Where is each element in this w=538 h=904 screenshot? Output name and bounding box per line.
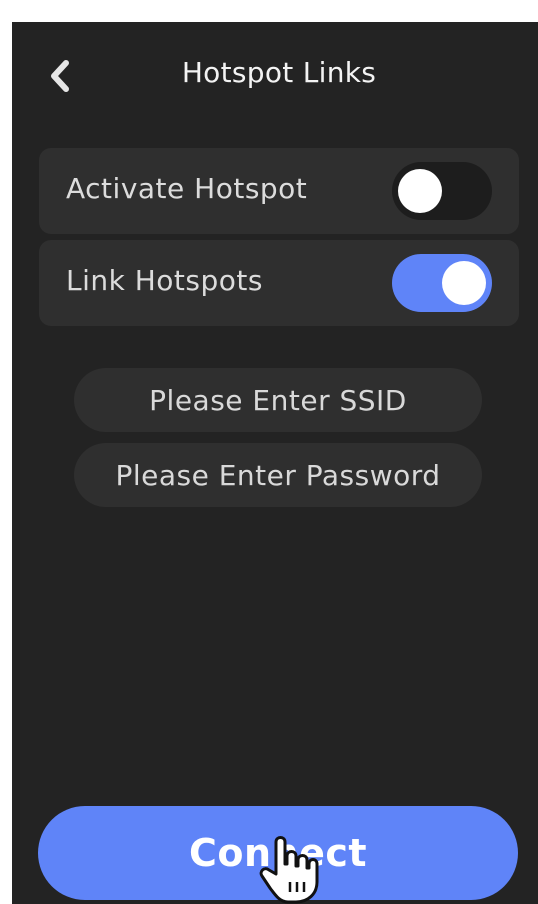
toggle-knob <box>442 261 486 305</box>
activate-hotspot-toggle[interactable] <box>392 162 492 220</box>
toggle-knob <box>398 169 442 213</box>
ssid-input[interactable]: Please Enter SSID <box>74 368 482 432</box>
hotspot-links-screen: Hotspot Links Activate Hotspot Link Hots… <box>12 22 538 904</box>
link-hotspots-row: Link Hotspots <box>39 240 519 326</box>
link-hotspots-label: Link Hotspots <box>66 264 263 297</box>
activate-hotspot-row: Activate Hotspot <box>39 148 519 234</box>
hand-pointer-icon <box>259 836 319 904</box>
link-hotspots-toggle[interactable] <box>392 254 492 312</box>
password-input[interactable]: Please Enter Password <box>74 443 482 507</box>
header: Hotspot Links <box>12 22 538 132</box>
page-title: Hotspot Links <box>181 56 377 89</box>
activate-hotspot-label: Activate Hotspot <box>66 172 308 205</box>
